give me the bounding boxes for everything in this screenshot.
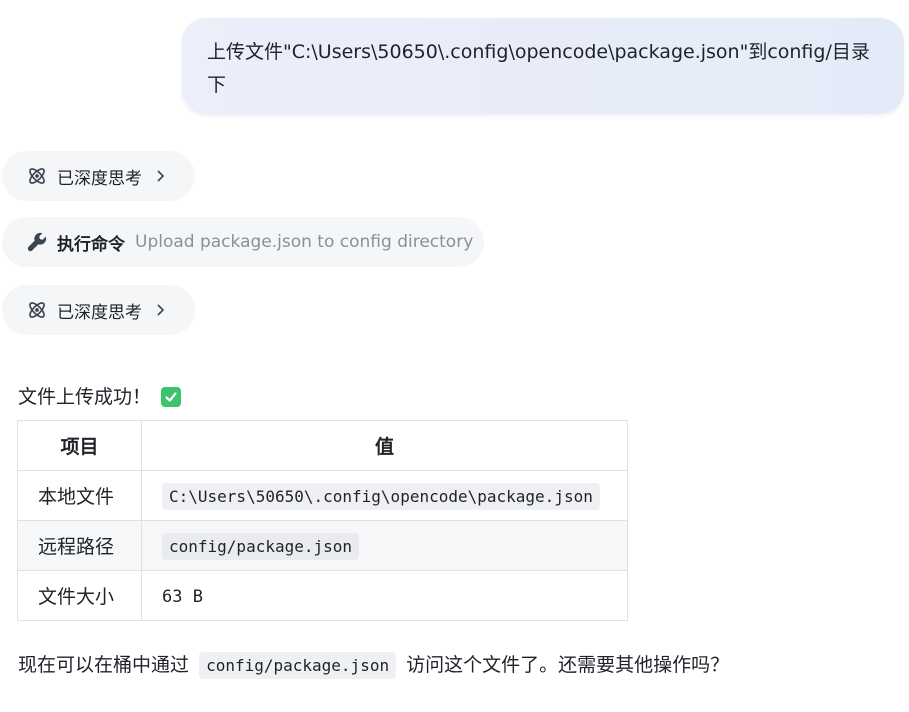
chevron-right-icon [155,169,165,183]
thinking-label: 已深度思考 [57,302,142,323]
closing-text-before: 现在可以在桶中通过 [18,654,190,676]
table-header-value: 值 [141,420,628,471]
table-cell-value: config/package.json [141,520,628,571]
thinking-label: 已深度思考 [57,168,142,189]
local-file-path: C:\Users\50650\.config\opencode\package.… [162,482,600,510]
table-cell-value: C:\Users\50650\.config\opencode\package.… [141,470,628,521]
thinking-toggle-1[interactable]: 已深度思考 [2,151,195,201]
table-cell-key: 本地文件 [17,470,142,521]
table-cell-key: 远程路径 [17,520,142,571]
file-size: 63 B [162,586,203,607]
atom-icon [26,299,48,321]
user-message-text: 上传文件"C:\Users\50650\.config\opencode\pac… [207,41,870,96]
atom-icon [26,165,48,187]
execute-command-description: Upload package.json to config directory [135,232,474,252]
closing-text-after: 访问这个文件了。还需要其他操作吗？ [406,654,730,676]
check-mark-button-icon [161,387,182,407]
inline-code-path: config/package.json [199,652,397,679]
execute-command-label: 执行命令 [57,234,125,255]
remote-path: config/package.json [162,532,360,560]
table-row: 文件大小 63 B [17,570,628,621]
success-text: 文件上传成功！ [18,386,152,408]
chevron-right-icon [155,303,165,317]
table-row: 本地文件 C:\Users\50650\.config\opencode\pac… [17,470,628,521]
upload-result-table: 项目 值 本地文件 C:\Users\50650\.config\opencod… [17,420,628,621]
table-cell-key: 文件大小 [17,570,142,621]
wrench-icon [26,231,48,253]
execute-command-step[interactable]: 执行命令 Upload package.json to config direc… [2,217,484,267]
table-header-item: 项目 [17,420,142,471]
table-cell-value: 63 B [141,570,628,621]
user-message-bubble: 上传文件"C:\Users\50650\.config\opencode\pac… [182,18,904,114]
table-row: 远程路径 config/package.json [17,520,628,571]
closing-message: 现在可以在桶中通过 config/package.json 访问这个文件了。还需… [18,651,729,680]
thinking-toggle-2[interactable]: 已深度思考 [2,285,195,335]
table-header-row: 项目 值 [17,420,628,471]
upload-success-message: 文件上传成功！ [18,384,182,410]
